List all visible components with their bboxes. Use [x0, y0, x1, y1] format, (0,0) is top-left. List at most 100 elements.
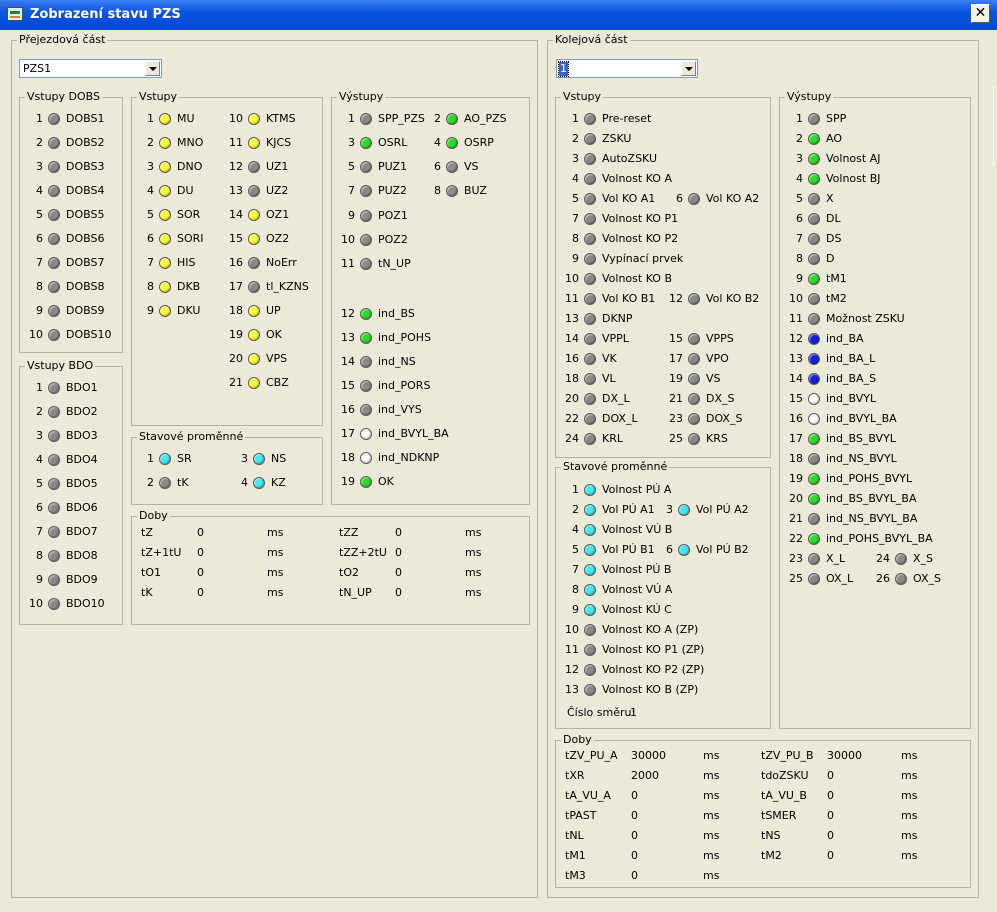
item-number: 18 [341, 451, 355, 464]
item-label: ind_POHS_BVYL_BA [826, 532, 933, 545]
item-number: 1 [36, 112, 43, 125]
status-led-icon [360, 258, 372, 270]
status-led-icon [48, 281, 60, 293]
item-number: 25 [789, 572, 803, 585]
timer-name: tA_VU_A [565, 789, 611, 802]
status-led-icon [584, 153, 596, 165]
item-label: ind_BA_L [826, 352, 876, 365]
item-label: DOBS1 [66, 112, 105, 125]
status-led-icon [584, 624, 596, 636]
status-led-icon [688, 433, 700, 445]
item-number: 13 [565, 312, 579, 325]
status-led-icon [248, 161, 260, 173]
item-number: 22 [565, 412, 579, 425]
timer-value: 0 [395, 566, 402, 579]
item-number: 3 [36, 160, 43, 173]
item-label: BDO3 [66, 429, 98, 442]
status-led-icon [808, 193, 820, 205]
timer-unit: ms [901, 749, 918, 762]
item-number: 22 [789, 532, 803, 545]
status-led-icon [360, 210, 372, 222]
item-label: Volnost KO P1 (ZP) [602, 643, 705, 656]
chevron-down-icon[interactable] [681, 61, 696, 76]
item-label: DX_L [602, 392, 630, 405]
item-number: 7 [572, 212, 579, 225]
item-label: tM2 [826, 292, 847, 305]
item-number: 8 [796, 252, 803, 265]
item-label: D [826, 252, 835, 265]
status-led-icon [48, 574, 60, 586]
status-led-icon [584, 193, 596, 205]
status-led-icon [48, 454, 60, 466]
item-label: X [826, 192, 834, 205]
item-label: ind_BA [826, 332, 864, 345]
status-led-icon [48, 382, 60, 394]
item-number: 2 [147, 136, 154, 149]
item-number: 5 [348, 160, 355, 173]
item-number: 19 [789, 472, 803, 485]
status-led-icon [48, 233, 60, 245]
status-led-icon [584, 664, 596, 676]
item-number: 1 [147, 452, 154, 465]
timer-value: 0 [197, 546, 204, 559]
item-label: OX_S [913, 572, 941, 585]
status-led-icon [808, 273, 820, 285]
item-number: 10 [229, 112, 243, 125]
item-label: AO [826, 132, 842, 145]
item-label: Vol KO A1 [602, 192, 656, 205]
timer-unit: ms [703, 789, 720, 802]
item-label: UZ2 [266, 184, 289, 197]
close-button[interactable]: ✕ [971, 4, 990, 23]
k-doby-title: Doby [561, 733, 594, 747]
timer-unit: ms [901, 849, 918, 862]
item-label: SR [177, 452, 192, 465]
item-label: Volnost BJ [826, 172, 881, 185]
item-number: 26 [876, 572, 890, 585]
timer-name: tNS [761, 829, 781, 842]
item-number: 10 [341, 233, 355, 246]
status-led-icon [48, 113, 60, 125]
item-label: DKNP [602, 312, 633, 325]
status-led-icon [678, 504, 690, 516]
status-led-icon [808, 553, 820, 565]
item-label: SOR [177, 208, 201, 221]
status-led-icon [446, 161, 458, 173]
pzs-select[interactable]: PZS1 [19, 59, 162, 78]
timer-unit: ms [465, 586, 482, 599]
status-led-icon [584, 484, 596, 496]
item-label: ind_POHS_BVYL [826, 472, 913, 485]
cislo-smeru-value: 1 [630, 706, 637, 719]
item-number: 3 [147, 160, 154, 173]
timer-name: tZ [141, 526, 153, 539]
status-led-icon [48, 478, 60, 490]
timer-value: 0 [197, 526, 204, 539]
item-label: DX_S [706, 392, 735, 405]
kolej-select[interactable]: 1 [556, 59, 698, 78]
status-led-icon [584, 644, 596, 656]
item-number: 14 [229, 208, 243, 221]
timer-name: tK [141, 586, 153, 599]
status-led-icon [48, 329, 60, 341]
bdo-title: Vstupy BDO [25, 359, 96, 373]
item-number: 20 [789, 492, 803, 505]
status-led-icon [808, 513, 820, 525]
status-led-icon [159, 453, 171, 465]
item-label: Volnost KO P2 [602, 232, 679, 245]
title-bar[interactable]: Zobrazení stavu PZS ✕ [0, 0, 997, 30]
item-number: 8 [572, 232, 579, 245]
status-led-icon [253, 453, 265, 465]
item-number: 15 [229, 232, 243, 245]
item-label: OX_L [826, 572, 854, 585]
item-label: Vol KO B2 [706, 292, 760, 305]
item-number: 10 [565, 272, 579, 285]
item-label: SPP_PZS [378, 112, 425, 125]
item-label: NoErr [266, 256, 297, 269]
item-label: OK [378, 475, 394, 488]
status-led-icon [159, 185, 171, 197]
chevron-down-icon[interactable] [145, 61, 160, 76]
item-label: KJCS [266, 136, 292, 149]
status-led-icon [248, 209, 260, 221]
item-label: Vol PÚ A2 [696, 503, 749, 516]
item-label: KZ [271, 476, 286, 489]
doby-title: Doby [137, 509, 170, 523]
